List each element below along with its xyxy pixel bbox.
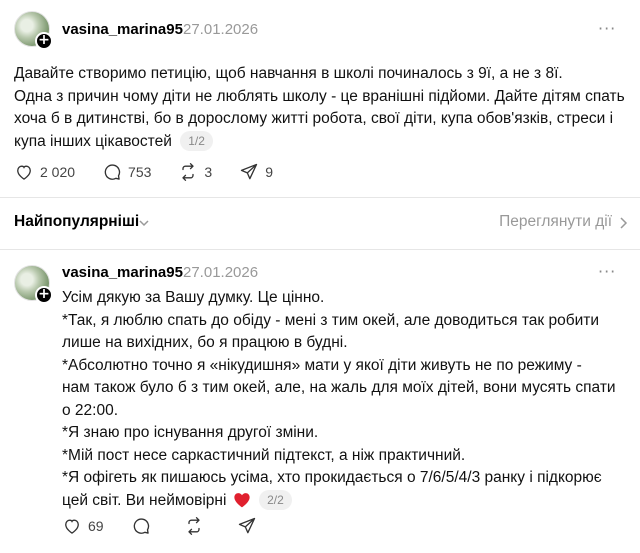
- reply-body: Усім дякую за Вашу думку. Це цінно. *Так…: [62, 287, 632, 512]
- like-button[interactable]: 69: [62, 516, 104, 536]
- post-actions: 2 020 753 3 9: [14, 162, 300, 182]
- reply-line: Усім дякую за Вашу думку. Це цінно.: [62, 289, 325, 306]
- post-body: Давайте створимо петицію, щоб навчання в…: [14, 63, 630, 153]
- reply-date: 27.01.2026: [183, 264, 259, 281]
- send-icon: [238, 517, 255, 534]
- repost-icon: [182, 163, 195, 181]
- comment-icon: [104, 164, 121, 180]
- comment-button[interactable]: 753: [102, 162, 151, 182]
- reply-line: нам також було б з тим окей, але, на жал…: [62, 379, 616, 396]
- sort-row: Найпопулярніші Переглянути дії: [0, 211, 640, 235]
- post-line: Давайте створимо петицію, щоб навчання в…: [14, 65, 563, 82]
- username[interactable]: vasina_marina95: [62, 21, 183, 38]
- comment-icon: [133, 518, 149, 534]
- reply-line: *Я знаю про існування другої зміни.: [62, 424, 319, 441]
- more-options-icon[interactable]: ···: [598, 19, 616, 38]
- reply-line: *Абсолютно точно я «нікудишня» мати у як…: [62, 356, 582, 374]
- divider: [0, 197, 640, 198]
- repost-icon: [187, 517, 200, 535]
- share-button[interactable]: [237, 516, 263, 536]
- post-line: купа інших цікавостей 1/2: [14, 131, 630, 154]
- repost-button[interactable]: 3: [178, 162, 212, 182]
- heart-icon: [65, 519, 79, 534]
- chevron-right-icon[interactable]: [618, 216, 628, 230]
- share-button[interactable]: 9: [239, 162, 273, 182]
- thread-counter: 1/2: [180, 131, 213, 152]
- post-date: 27.01.2026: [183, 21, 259, 38]
- thread-counter: 2/2: [259, 490, 292, 511]
- reply-actions: 69: [62, 516, 290, 536]
- share-count: 9: [265, 164, 273, 180]
- comment-count: 753: [128, 164, 152, 180]
- chevron-down-icon[interactable]: [138, 213, 150, 233]
- post-line: Одна з причин чому діти не люблять школу…: [14, 87, 625, 105]
- reply-line: *Мій пост несе саркастичний підтекст, а …: [62, 446, 466, 464]
- sort-dropdown[interactable]: Найпопулярніші: [14, 213, 139, 231]
- repost-button[interactable]: [184, 516, 210, 536]
- red-heart-icon: [234, 493, 250, 508]
- like-count: 69: [88, 518, 104, 534]
- follow-plus-icon[interactable]: +: [35, 32, 53, 50]
- more-options-icon[interactable]: ···: [598, 262, 616, 281]
- view-activity-link[interactable]: Переглянути дії: [499, 213, 612, 231]
- reply-line: цей світ. Ви неймовірні 2/2: [62, 490, 632, 513]
- like-count: 2 020: [40, 164, 76, 180]
- comment-button[interactable]: [131, 516, 157, 536]
- repost-count: 3: [204, 164, 213, 180]
- send-icon: [241, 163, 258, 180]
- like-button[interactable]: 2 020: [14, 162, 75, 182]
- username[interactable]: vasina_marina95: [62, 264, 183, 281]
- reply-line: *Я офігеть як пишаюсь усіма, хто прокида…: [62, 469, 602, 486]
- post-line-text: купа інших цікавостей: [14, 132, 172, 150]
- reply-line: лише на вихідних, бо я працюю в будні.: [62, 334, 348, 351]
- heart-icon: [17, 165, 31, 180]
- divider: [0, 249, 640, 250]
- reply-line-text: цей світ. Ви неймовірні: [62, 491, 227, 509]
- follow-plus-icon[interactable]: +: [35, 286, 53, 304]
- post-line: хоча б в дитинстві, бо в дорослому житті…: [14, 110, 614, 127]
- reply-line: о 22:00.: [62, 401, 119, 419]
- reply-line: *Так, я люблю спать до обіду - мені з ти…: [62, 311, 600, 329]
